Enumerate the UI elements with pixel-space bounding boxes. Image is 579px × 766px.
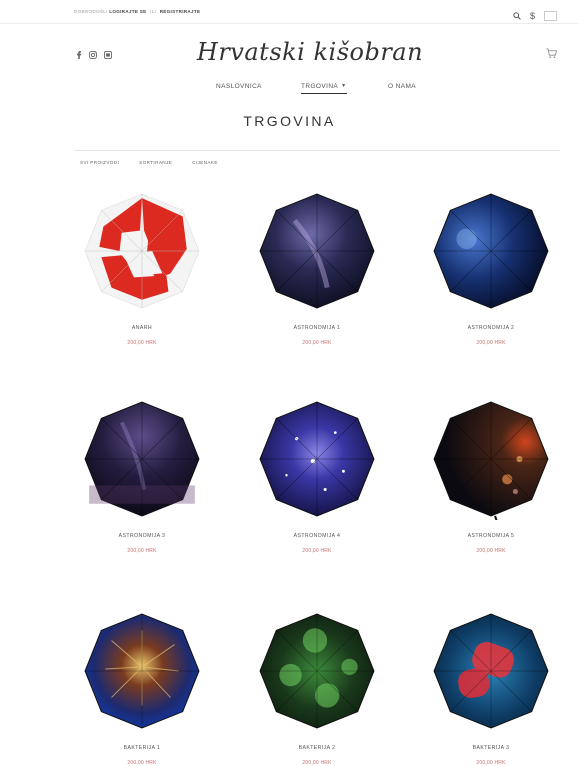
filter-sorting[interactable]: SORTIRANJE [139,160,172,165]
login-link[interactable]: LOGIRAJTE SE [109,9,146,14]
chevron-down-icon: ▼ [341,83,347,89]
product-price: 200,00 HRK [127,760,157,766]
product-card[interactable]: ASTRONOMIJA 5 200,00 HRK [406,398,576,554]
product-price: 200,00 HRK [302,548,332,554]
page-title: TRGOVINA [243,113,336,129]
product-price: 200,00 HRK [127,548,157,554]
product-price: 200,00 HRK [476,760,506,766]
divider [74,150,560,151]
product-card[interactable]: BAKTERIJA 3 200,00 HRK [406,610,576,766]
product-name[interactable]: ASTRONOMIJA 1 [232,325,402,331]
top-bar: DOBRODOŠLI LOGIRAJTE SE ILI REGISTRIRAJT… [0,0,579,24]
register-link[interactable]: REGISTRIRAJTE [160,9,201,14]
product-name[interactable]: ASTRONOMIJA 3 [57,533,227,539]
youtube-icon[interactable] [104,46,112,64]
product-image[interactable] [430,398,552,520]
product-card[interactable]: BAKTERIJA 1 200,00 HRK [57,610,227,766]
product-image[interactable] [256,398,378,520]
nav-item-trgovina[interactable]: TRGOVINA ▼ [301,83,347,94]
product-price: 200,00 HRK [476,340,506,346]
or-label: ILI [150,9,157,14]
product-card[interactable]: BAKTERIJA 2 200,00 HRK [232,610,402,766]
product-name[interactable]: ANARH [57,325,227,331]
product-image[interactable] [256,190,378,312]
product-price: 200,00 HRK [476,548,506,554]
welcome-text: DOBRODOŠLI LOGIRAJTE SE ILI REGISTRIRAJT… [74,9,200,14]
welcome-label: DOBRODOŠLI [74,9,108,14]
filter-bar: SVI PROIZVODI SORTIRANJE CIJENAKE [80,160,238,165]
croatian-flag-icon[interactable] [544,11,557,21]
search-icon[interactable] [513,7,521,25]
product-image[interactable] [81,398,203,520]
instagram-icon[interactable] [89,46,97,64]
product-name[interactable]: BAKTERIJA 1 [57,745,227,751]
facebook-icon[interactable] [76,46,82,64]
cart-icon[interactable] [546,46,557,64]
product-name[interactable]: ASTRONOMIJA 5 [406,533,576,539]
product-image[interactable] [430,610,552,732]
product-image[interactable] [256,610,378,732]
product-card[interactable]: ANARH 200,00 HRK [57,190,227,346]
top-icons: $ [513,7,557,25]
product-card[interactable]: ASTRONOMIJA 4 200,00 HRK [232,398,402,554]
currency-selector[interactable]: $ [530,11,535,21]
product-card[interactable]: ASTRONOMIJA 1 200,00 HRK [232,190,402,346]
product-card[interactable]: ASTRONOMIJA 3 200,00 HRK [57,398,227,554]
product-card[interactable]: ASTRONOMIJA 2 200,00 HRK [406,190,576,346]
nav-item-trgovina-label: TRGOVINA [301,83,339,90]
social-links [76,46,112,64]
product-name[interactable]: BAKTERIJA 3 [406,745,576,751]
product-image[interactable] [81,190,203,312]
product-name[interactable]: ASTRONOMIJA 2 [406,325,576,331]
nav-item-naslovnica[interactable]: NASLOVNICA [216,83,262,90]
product-name[interactable]: BAKTERIJA 2 [232,745,402,751]
product-name[interactable]: ASTRONOMIJA 4 [232,533,402,539]
product-image[interactable] [81,610,203,732]
product-price: 200,00 HRK [302,760,332,766]
product-image[interactable] [430,190,552,312]
product-price: 200,00 HRK [127,340,157,346]
nav-item-o-nama[interactable]: O NAMA [388,83,416,90]
main-nav: NASLOVNICA TRGOVINA ▼ O NAMA [0,83,579,97]
site-logo[interactable]: Hrvatski kišobran [195,38,425,66]
filter-price[interactable]: CIJENAKE [192,160,218,165]
product-price: 200,00 HRK [302,340,332,346]
filter-all-products[interactable]: SVI PROIZVODI [80,160,119,165]
